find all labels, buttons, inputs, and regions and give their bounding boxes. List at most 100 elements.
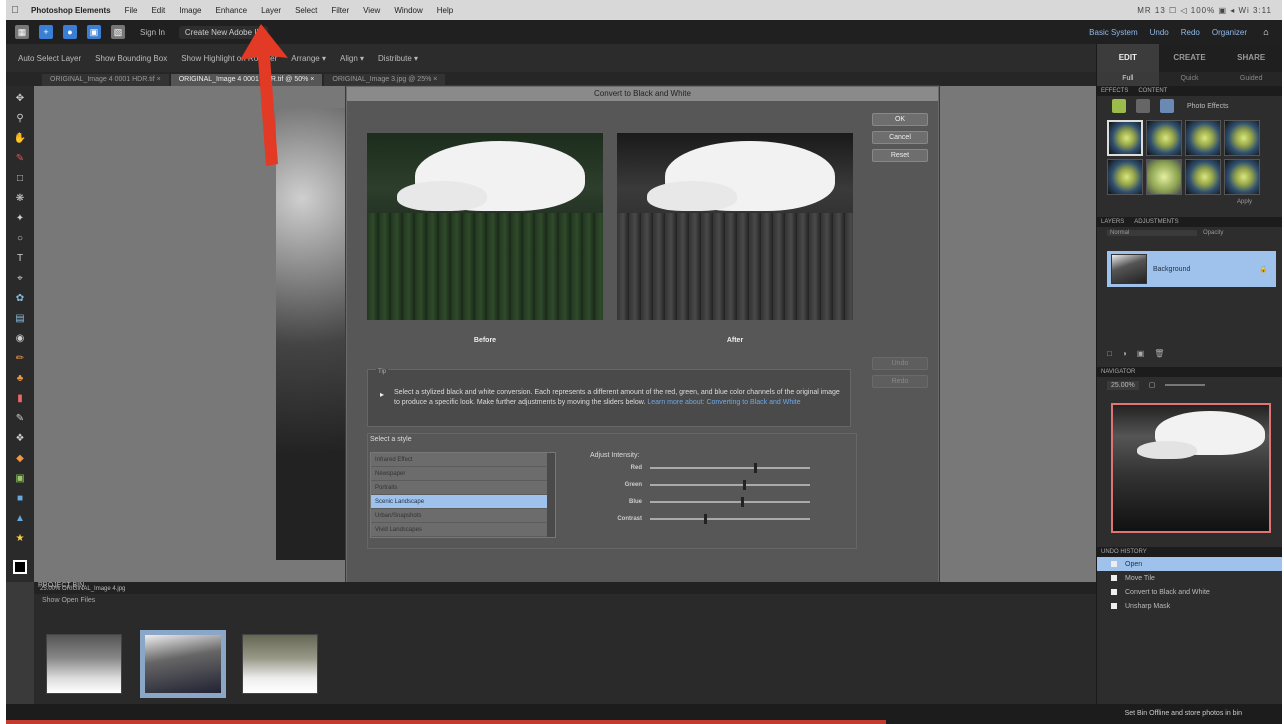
style-item[interactable]: Newspaper [371,467,555,481]
menu-help[interactable]: Help [430,6,460,15]
content-tab[interactable]: CONTENT [1138,86,1167,96]
photo-effects-icon[interactable] [1160,99,1174,113]
undo-button-dialog[interactable]: Undo [872,357,928,370]
cancel-button[interactable]: Cancel [872,131,928,144]
lasso-tool-icon[interactable]: ❋ [13,191,27,205]
menu-enhance[interactable]: Enhance [208,6,254,15]
smart-brush-icon[interactable]: ❖ [13,431,27,445]
sign-in-link[interactable]: Sign In [140,28,165,37]
tab-edit[interactable]: EDIT [1097,44,1159,72]
history-item[interactable]: Move Tile [1097,571,1282,585]
menu-filter[interactable]: Filter [324,6,356,15]
menu-select[interactable]: Select [288,6,324,15]
menu-window[interactable]: Window [387,6,429,15]
learn-more-link[interactable]: Learn more about: Converting to Black an… [647,399,800,406]
history-item[interactable]: Unsharp Mask [1097,599,1282,613]
blue-slider-thumb[interactable] [741,496,745,507]
straighten-icon[interactable]: ▤ [13,311,27,325]
effect-thumb[interactable] [1224,120,1260,156]
home-icon[interactable]: ⌂ [1259,25,1273,39]
view-icon[interactable]: ▦ [15,25,29,39]
redo-button[interactable]: Redo [1181,28,1200,37]
filters-icon[interactable] [1112,99,1126,113]
doc-tab[interactable]: ORIGINAL_Image 3.jpg @ 25% × [324,74,446,86]
healing-brush-icon[interactable]: ✏ [13,351,27,365]
adjustments-tab[interactable]: ADJUSTMENTS [1134,217,1178,227]
sponge-tool-icon[interactable]: ★ [13,531,27,545]
marquee-tool-icon[interactable]: □ [13,171,27,185]
history-item[interactable]: Open [1097,557,1282,571]
gradient-icon[interactable]: ▣ [13,471,27,485]
selection-brush-icon[interactable]: ○ [13,231,27,245]
tab-share[interactable]: SHARE [1220,44,1282,72]
contrast-slider-thumb[interactable] [704,513,708,524]
style-item[interactable]: Portraits [371,481,555,495]
redo-button-dialog[interactable]: Redo [872,375,928,388]
green-slider[interactable] [650,479,810,490]
style-list-scrollbar[interactable] [547,453,555,537]
menu-app[interactable]: Photoshop Elements [24,6,118,15]
new-file-icon[interactable]: + [39,25,53,39]
crop-tool-icon[interactable]: ⌖ [13,271,27,285]
effect-thumb[interactable] [1107,159,1143,195]
zoom-slider[interactable] [1165,384,1206,386]
hand-tool-icon[interactable]: ✋ [13,131,27,145]
opacity-field[interactable]: Opacity [1203,230,1223,236]
move-tool-icon[interactable]: ✥ [13,91,27,105]
option-auto-select[interactable]: Auto Select Layer [18,54,81,63]
blue-slider[interactable] [650,496,810,507]
red-slider[interactable] [650,462,810,473]
zoom-out-icon[interactable]: ▢ [1149,381,1156,389]
effect-thumb[interactable] [1146,159,1182,195]
new-layer-icon[interactable]: □ [1107,349,1112,363]
arrange-icon[interactable]: ▧ [111,25,125,39]
effect-thumb[interactable] [1224,159,1260,195]
option-arrange[interactable]: Arrange ▾ [291,54,326,63]
effect-thumb[interactable] [1146,120,1182,156]
eraser-icon[interactable]: ▮ [13,391,27,405]
mask-icon[interactable]: ▣ [1137,349,1145,363]
menu-view[interactable]: View [356,6,387,15]
red-slider-thumb[interactable] [754,462,757,473]
blend-mode-select[interactable]: Normal [1107,230,1197,236]
lock-icon[interactable]: 🔒 [1259,265,1268,273]
layers-tab[interactable]: LAYERS [1101,217,1124,227]
clone-stamp-icon[interactable]: ♣ [13,371,27,385]
style-item-selected[interactable]: Scenic Landscape [371,495,555,509]
screen-icon[interactable]: ▣ [87,25,101,39]
subtab-guided[interactable]: Guided [1220,72,1282,86]
style-item[interactable]: Urban/Snapshots [371,509,555,523]
effect-thumb[interactable] [1185,120,1221,156]
zoom-tool-icon[interactable]: ⚲ [13,111,27,125]
color-swatch-icon[interactable] [13,560,27,574]
organizer-icon[interactable]: ● [63,25,77,39]
doc-tab[interactable]: ORIGINAL_Image 4 0001 HDR.tif × [42,74,169,86]
layer-row[interactable]: Background 🔒 [1107,251,1276,287]
option-align[interactable]: Align ▾ [340,54,364,63]
layer-styles-icon[interactable] [1136,99,1150,113]
menu-layer[interactable]: Layer [254,6,288,15]
effect-thumb[interactable] [1107,120,1143,156]
basic-system-button[interactable]: Basic System [1089,28,1137,37]
option-distribute[interactable]: Distribute ▾ [378,54,418,63]
blur-tool-icon[interactable]: ▲ [13,511,27,525]
eyedropper-tool-icon[interactable]: ✎ [13,151,27,165]
nav-zoom-field[interactable]: 25.00% [1107,380,1139,390]
bin-thumbnail[interactable] [242,634,318,694]
shape-tool-icon[interactable]: ■ [13,491,27,505]
bin-thumbnail-selected[interactable] [140,630,226,698]
adjustment-layer-icon[interactable]: ◑ [1122,349,1127,363]
effects-tab[interactable]: EFFECTS [1101,86,1128,96]
subtab-full[interactable]: Full [1097,72,1159,86]
style-list[interactable]: Infrared Effect Newspaper Portraits Scen… [370,452,556,538]
brush-icon[interactable]: ✎ [13,411,27,425]
menu-edit[interactable]: Edit [144,6,172,15]
magic-wand-icon[interactable]: ✦ [13,211,27,225]
reset-button[interactable]: Reset [872,149,928,162]
cookie-cutter-icon[interactable]: ✿ [13,291,27,305]
paint-bucket-icon[interactable]: ◆ [13,451,27,465]
effects-filter-select[interactable]: Photo Effects [1187,103,1229,110]
bin-thumbnail[interactable] [46,634,122,694]
menu-file[interactable]: File [118,6,145,15]
organizer-button[interactable]: Organizer [1212,28,1247,37]
